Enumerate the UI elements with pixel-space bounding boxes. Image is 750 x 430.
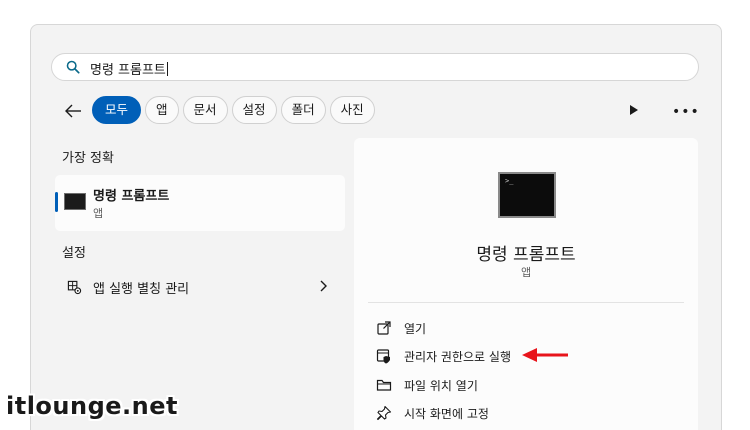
settings-item-app-execution-alias[interactable]: 앱 실행 별칭 관리 bbox=[55, 271, 345, 303]
best-match-title: 명령 프롬프트 bbox=[93, 189, 170, 204]
action-open[interactable]: 열기 bbox=[376, 317, 426, 339]
filter-settings[interactable]: 설정 bbox=[231, 96, 277, 124]
action-label: 파일 위치 열기 bbox=[404, 378, 478, 393]
filter-photos[interactable]: 사진 bbox=[329, 96, 375, 124]
cmd-app-icon bbox=[64, 193, 86, 210]
action-pin-to-start[interactable]: 시작 화면에 고정 bbox=[376, 402, 489, 424]
detail-subtitle: 앱 bbox=[520, 266, 532, 279]
settings-item-label: 앱 실행 별칭 관리 bbox=[93, 282, 190, 297]
folder-icon bbox=[376, 379, 392, 391]
selection-indicator bbox=[55, 192, 58, 212]
chevron-right-icon bbox=[320, 280, 327, 292]
action-label: 관리자 권한으로 실행 bbox=[404, 349, 511, 364]
settings-header: 설정 bbox=[62, 246, 86, 261]
best-match-header: 가장 정확 bbox=[62, 151, 114, 166]
filter-documents[interactable]: 문서 bbox=[182, 96, 228, 124]
pin-icon bbox=[376, 405, 392, 421]
filter-tabs: 모두 앱 문서 설정 폴더 사진 bbox=[92, 96, 375, 124]
divider bbox=[368, 302, 684, 303]
text-cursor bbox=[166, 62, 168, 76]
filter-folders[interactable]: 폴더 bbox=[280, 96, 326, 124]
filter-apps[interactable]: 앱 bbox=[145, 96, 179, 124]
more-options-icon[interactable]: ••• bbox=[672, 104, 700, 120]
detail-title: 명령 프롬프트 bbox=[476, 245, 576, 265]
action-label: 시작 화면에 고정 bbox=[404, 406, 489, 421]
play-icon[interactable] bbox=[628, 103, 640, 117]
red-arrow-annotation bbox=[522, 348, 568, 362]
shield-window-icon bbox=[376, 349, 390, 364]
action-open-file-location[interactable]: 파일 위치 열기 bbox=[376, 374, 478, 396]
open-external-icon bbox=[377, 321, 391, 335]
search-input[interactable]: 명령 프롬프트 bbox=[90, 59, 168, 78]
detail-pane: >_ 명령 프롬프트 앱 열기 관리자 권한으로 실행 파일 위치 열기 시작 … bbox=[354, 138, 698, 430]
search-icon bbox=[66, 60, 80, 74]
best-match-item[interactable]: 명령 프롬프트 앱 bbox=[55, 175, 345, 231]
app-alias-icon bbox=[67, 280, 82, 295]
filter-all[interactable]: 모두 bbox=[92, 96, 142, 124]
best-match-subtitle: 앱 bbox=[93, 207, 104, 220]
action-label: 열기 bbox=[404, 321, 427, 336]
back-arrow-icon[interactable] bbox=[62, 100, 84, 122]
cmd-large-icon: >_ bbox=[498, 172, 556, 218]
watermark-logo: itlounge.net bbox=[6, 392, 178, 420]
search-box[interactable]: 명령 프롬프트 bbox=[51, 53, 699, 81]
action-run-as-admin[interactable]: 관리자 권한으로 실행 bbox=[376, 345, 511, 367]
